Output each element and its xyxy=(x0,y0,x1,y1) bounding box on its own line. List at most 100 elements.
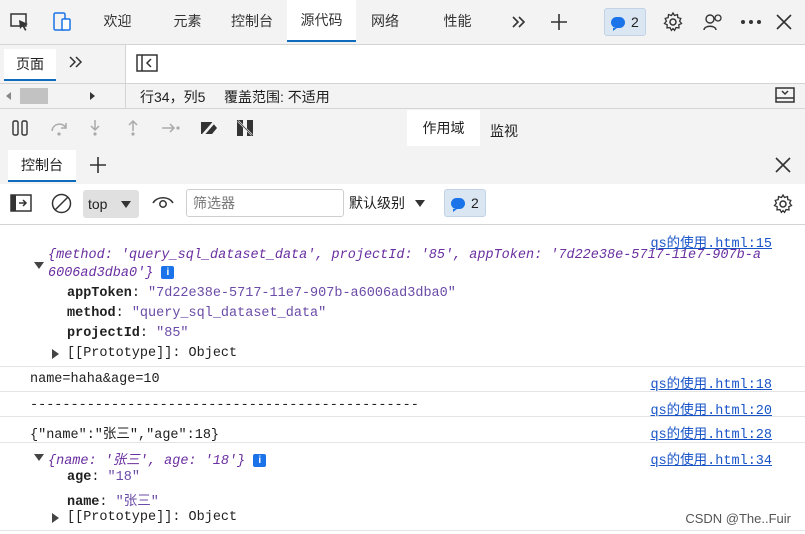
drawer-tab-label: 控制台 xyxy=(21,157,63,173)
step-into-icon[interactable] xyxy=(87,119,103,140)
close-drawer-icon[interactable] xyxy=(774,156,792,177)
property-row: method: "query_sql_dataset_data" xyxy=(67,306,327,321)
property-value: "张三" xyxy=(115,495,159,510)
coverage-status: 覆盖范围: 不适用 xyxy=(224,89,330,105)
property-key: appToken xyxy=(67,286,132,301)
property-key: projectId xyxy=(67,326,140,341)
context-value: top xyxy=(88,196,108,212)
log-level-selector[interactable]: 默认级别 xyxy=(349,193,425,213)
tab-sources[interactable]: 源代码 xyxy=(287,0,356,42)
drawer-tab-console[interactable]: 控制台 xyxy=(8,150,76,182)
more-options-icon[interactable] xyxy=(737,8,765,36)
expand-triangle-icon[interactable] xyxy=(52,513,59,523)
tab-label: 欢迎 xyxy=(103,13,132,29)
tab-label: 性能 xyxy=(443,13,472,29)
tab-page[interactable]: 页面 xyxy=(4,49,56,81)
add-tool-plus-icon[interactable] xyxy=(545,8,573,36)
scroll-left-icon[interactable] xyxy=(6,92,11,100)
message-divider xyxy=(0,391,805,392)
cursor-position: 行34，列5 xyxy=(140,89,206,105)
drawer-toolbar: 控制台 xyxy=(0,146,805,185)
source-link[interactable]: qs的使用.html:18 xyxy=(650,372,772,393)
console-issues-count: 2 xyxy=(471,195,479,211)
tab-label: 元素 xyxy=(173,13,202,29)
inspect-element-icon[interactable] xyxy=(6,8,34,36)
chevron-down-icon xyxy=(121,201,131,208)
property-row: name: "张三" xyxy=(67,495,159,510)
tab-performance[interactable]: 性能 xyxy=(430,0,485,42)
more-navigator-chevron-icon[interactable] xyxy=(68,55,84,72)
tab-label: 网络 xyxy=(371,13,399,29)
toggle-debugger-icon[interactable] xyxy=(775,87,795,106)
prototype-row[interactable]: [[Prototype]]: Object xyxy=(67,510,237,525)
tab-scope[interactable]: 作用域 xyxy=(407,110,480,146)
issues-count: 2 xyxy=(631,14,639,30)
object-preview[interactable]: {method: 'query_sql_dataset_data', proje… xyxy=(48,248,761,263)
pause-on-exceptions-icon[interactable] xyxy=(236,119,254,140)
tab-watch[interactable]: 监视 xyxy=(490,121,518,141)
prototype-row[interactable]: [[Prototype]]: Object xyxy=(67,346,237,361)
live-expression-eye-icon[interactable] xyxy=(152,195,174,214)
property-row: age: "18" xyxy=(67,470,140,485)
gear-icon[interactable] xyxy=(659,8,687,36)
log-text: name=haha&age=10 xyxy=(30,372,160,387)
scroll-right-icon[interactable] xyxy=(90,92,95,100)
source-link[interactable]: qs的使用.html:34 xyxy=(650,448,772,469)
property-value: "85" xyxy=(156,326,189,341)
console-settings-gear-icon[interactable] xyxy=(772,193,794,218)
toggle-navigator-icon[interactable] xyxy=(136,54,158,75)
message-divider xyxy=(0,442,805,443)
tab-console[interactable]: 控制台 xyxy=(222,0,282,42)
object-preview-continued: 6006ad3dba0'} i xyxy=(48,266,175,281)
info-icon: i xyxy=(161,266,175,279)
step-over-icon[interactable] xyxy=(49,119,69,140)
object-preview-row[interactable]: {name: '张三', age: '18'} i xyxy=(48,448,267,469)
log-text: ----------------------------------------… xyxy=(30,398,419,413)
editor-status-bar: 行34，列5 覆盖范围: 不适用 xyxy=(126,83,805,108)
close-devtools-icon[interactable] xyxy=(770,8,798,36)
navigator-scrollbar[interactable] xyxy=(0,83,126,108)
tab-welcome[interactable]: 欢迎 xyxy=(90,0,145,42)
editor-tab-bar xyxy=(126,45,805,83)
source-link[interactable]: qs的使用.html:28 xyxy=(650,422,772,443)
message-divider xyxy=(0,366,805,367)
scroll-thumb[interactable] xyxy=(20,88,48,104)
issues-button[interactable]: 2 xyxy=(604,8,646,36)
message-bubble-icon xyxy=(451,197,465,212)
chevron-down-icon xyxy=(415,199,425,207)
expand-triangle-icon[interactable] xyxy=(52,349,59,359)
property-key: method xyxy=(67,306,116,321)
console-issues-button[interactable]: 2 xyxy=(444,189,486,217)
more-tabs-chevron-icon[interactable] xyxy=(505,8,533,36)
device-emulation-icon[interactable] xyxy=(48,8,76,36)
console-messages: qs的使用.html:15 {method: 'query_sql_datase… xyxy=(0,225,805,534)
tab-scope-label: 作用域 xyxy=(422,120,465,136)
pause-icon[interactable] xyxy=(11,119,29,140)
info-icon: i xyxy=(253,454,267,467)
feedback-people-icon[interactable] xyxy=(699,8,727,36)
tab-network[interactable]: 网络 xyxy=(360,0,410,42)
tab-elements[interactable]: 元素 xyxy=(160,0,215,42)
devtools-top-toolbar: 欢迎 元素 控制台 源代码 网络 性能 2 xyxy=(0,0,805,45)
message-bubble-icon xyxy=(611,16,625,31)
step-out-icon[interactable] xyxy=(125,119,141,140)
tab-watch-label: 监视 xyxy=(490,123,518,139)
log-level-label: 默认级别 xyxy=(349,195,405,211)
deactivate-breakpoints-icon[interactable] xyxy=(199,119,219,140)
log-text: {"name":"张三","age":18} xyxy=(30,428,220,443)
clear-console-icon[interactable] xyxy=(51,193,72,217)
tab-label: 源代码 xyxy=(300,12,343,28)
expand-triangle-icon[interactable] xyxy=(34,262,44,269)
show-sidebar-icon[interactable] xyxy=(10,194,32,215)
add-drawer-tool-plus-icon[interactable] xyxy=(88,155,108,178)
tab-label: 控制台 xyxy=(231,13,273,29)
property-value: "7d22e38e-5717-11e7-907b-a6006ad3dba0" xyxy=(148,286,456,301)
expand-triangle-icon[interactable] xyxy=(34,454,44,461)
navigator-tabs: 页面 xyxy=(0,45,126,83)
context-selector[interactable]: top xyxy=(83,190,139,218)
property-value: "query_sql_dataset_data" xyxy=(131,306,327,321)
object-preview-tail: 6006ad3dba0'} xyxy=(48,266,154,281)
message-divider xyxy=(0,416,805,417)
step-icon[interactable] xyxy=(160,119,182,140)
filter-input[interactable] xyxy=(186,189,344,217)
